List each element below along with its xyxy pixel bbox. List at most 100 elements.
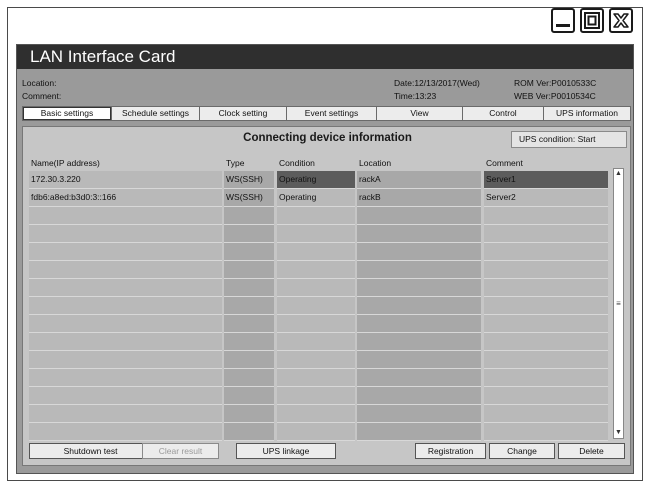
table-cell-empty[interactable] [29,405,222,423]
minimize-button[interactable] [551,8,575,33]
table-cell-empty[interactable] [224,369,274,387]
table-cell-empty[interactable] [484,423,608,441]
table-cell-empty[interactable] [277,279,355,297]
table-cell-empty[interactable] [484,225,608,243]
tab-clock-setting[interactable]: Clock setting [200,106,287,121]
table-cell-empty[interactable] [277,387,355,405]
table-cell-empty[interactable] [357,369,481,387]
tab-control[interactable]: Control [463,106,544,121]
table-cell-empty[interactable] [277,261,355,279]
table-cell-empty[interactable] [277,423,355,441]
column-header-name: Name(IP address) [31,158,100,168]
table-cell-condition[interactable]: Operating [277,189,355,207]
tab-ups-information[interactable]: UPS information [544,106,631,121]
table-cell-empty[interactable] [29,207,222,225]
table-cell-empty[interactable] [29,297,222,315]
table-cell-empty[interactable] [484,261,608,279]
table-cell-empty[interactable] [357,243,481,261]
table-cell-empty[interactable] [224,423,274,441]
maximize-button[interactable] [580,8,604,33]
registration-button[interactable]: Registration [415,443,486,459]
table-cell-empty[interactable] [484,243,608,261]
table-cell-type[interactable]: WS(SSH) [224,189,274,207]
ups-linkage-button[interactable]: UPS linkage [236,443,336,459]
table-cell-empty[interactable] [484,369,608,387]
table-cell-empty[interactable] [29,261,222,279]
table-scrollbar[interactable]: ▲ ≡ ▼ [613,168,624,439]
table-cell-empty[interactable] [484,297,608,315]
table-cell-empty[interactable] [357,405,481,423]
table-cell-empty[interactable] [29,279,222,297]
table-cell-empty[interactable] [224,387,274,405]
table-cell-empty[interactable] [29,369,222,387]
table-cell-empty[interactable] [357,297,481,315]
table-cell-empty[interactable] [224,225,274,243]
table-cell-empty[interactable] [277,243,355,261]
table-cell-name[interactable]: 172.30.3.220 [29,171,222,189]
table-cell-empty[interactable] [277,405,355,423]
table-cell-empty[interactable] [277,207,355,225]
table-cell-empty[interactable] [484,351,608,369]
table-cell-empty[interactable] [357,279,481,297]
lan-interface-card-app: LAN Interface Card Location: Comment: Da… [16,44,634,474]
table-cell-empty[interactable] [29,315,222,333]
table-cell-empty[interactable] [29,243,222,261]
table-cell-empty[interactable] [484,315,608,333]
table-cell-empty[interactable] [357,351,481,369]
table-cell-empty[interactable] [29,423,222,441]
close-button[interactable] [609,8,633,33]
table-cell-empty[interactable] [29,387,222,405]
time-text: Time:13:23 [394,91,437,101]
table-cell-name[interactable]: fdb6:a8ed:b3d0:3::166 [29,189,222,207]
table-cell-type[interactable]: WS(SSH) [224,171,274,189]
shutdown-test-button[interactable]: Shutdown test [29,443,152,459]
table-cell-empty[interactable] [277,297,355,315]
tab-basic-settings[interactable]: Basic settings [22,106,112,121]
table-cell-comment[interactable]: Server2 [484,189,608,207]
table-cell-empty[interactable] [484,405,608,423]
tab-event-settings[interactable]: Event settings [287,106,377,121]
table-cell-empty[interactable] [224,333,274,351]
table-cell-empty[interactable] [357,333,481,351]
table-cell-empty[interactable] [224,405,274,423]
table-cell-empty[interactable] [357,225,481,243]
table-cell-empty[interactable] [224,315,274,333]
table-cell-empty[interactable] [224,297,274,315]
table-cell-location[interactable]: rackA [357,171,481,189]
table-cell-empty[interactable] [357,261,481,279]
table-cell-empty[interactable] [357,423,481,441]
table-cell-empty[interactable] [224,243,274,261]
table-cell-empty[interactable] [357,207,481,225]
tab-view[interactable]: View [377,106,463,121]
table-cell-empty[interactable] [224,351,274,369]
change-button[interactable]: Change [489,443,555,459]
scroll-up-icon[interactable]: ▲ [614,169,623,179]
table-cell-empty[interactable] [224,207,274,225]
date-text: Date:12/13/2017(Wed) [394,78,480,88]
table-cell-empty[interactable] [277,351,355,369]
clear-result-button[interactable]: Clear result [142,443,219,459]
table-cell-empty[interactable] [484,333,608,351]
table-cell-empty[interactable] [484,207,608,225]
table-cell-empty[interactable] [357,315,481,333]
table-cell-empty[interactable] [29,225,222,243]
table-cell-empty[interactable] [224,261,274,279]
scroll-grip-icon[interactable]: ≡ [614,300,623,308]
table-cell-empty[interactable] [224,279,274,297]
table-cell-empty[interactable] [484,387,608,405]
table-cell-location[interactable]: rackB [357,189,481,207]
table-cell-empty[interactable] [277,333,355,351]
scroll-down-icon[interactable]: ▼ [614,428,623,438]
table-cell-empty[interactable] [29,333,222,351]
table-cell-empty[interactable] [277,315,355,333]
table-cell-empty[interactable] [277,369,355,387]
table-cell-comment[interactable]: Server1 [484,171,608,189]
delete-button[interactable]: Delete [558,443,625,459]
table-cell-condition[interactable]: Operating [277,171,355,189]
table-cell-empty[interactable] [29,351,222,369]
column-header-comment: Comment [486,158,523,168]
table-cell-empty[interactable] [277,225,355,243]
tab-schedule-settings[interactable]: Schedule settings [112,106,200,121]
table-cell-empty[interactable] [484,279,608,297]
table-cell-empty[interactable] [357,387,481,405]
